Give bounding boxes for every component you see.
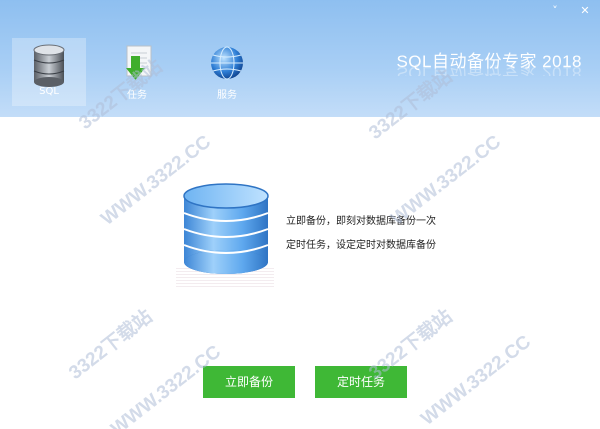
tab-sql-label: SQL [39, 86, 59, 97]
close-icon[interactable]: ✕ [578, 4, 592, 18]
watermark-site: WWW.3322.CC [417, 331, 536, 429]
tab-sql[interactable]: SQL [12, 38, 86, 106]
task-download-icon [119, 44, 155, 88]
header-bar: ˅ ✕ SQL 任务 服务 SQL自动备份专家 2018 SQL自动备份专家 2… [0, 0, 600, 117]
backup-now-description: 立即备份，即刻对数据库备份一次 [286, 216, 436, 227]
database-icon [31, 44, 67, 92]
tab-task-label: 任务 [127, 90, 147, 101]
scheduled-task-description: 定时任务，设定定时对数据库备份 [286, 240, 436, 251]
app-title-reflection: SQL自动备份专家 2018 [396, 64, 582, 76]
watermark-brand: 3322下载站 [65, 306, 157, 384]
database-icon [172, 182, 280, 284]
tab-task[interactable]: 任务 [100, 38, 174, 106]
tab-service-label: 服务 [217, 90, 237, 101]
backup-now-button[interactable]: 立即备份 [203, 366, 295, 398]
window-controls: ˅ ✕ [548, 4, 592, 18]
scheduled-task-button[interactable]: 定时任务 [315, 366, 407, 398]
minimize-icon[interactable]: ˅ [548, 4, 562, 18]
tab-service[interactable]: 服务 [190, 38, 264, 106]
globe-icon [208, 44, 246, 86]
